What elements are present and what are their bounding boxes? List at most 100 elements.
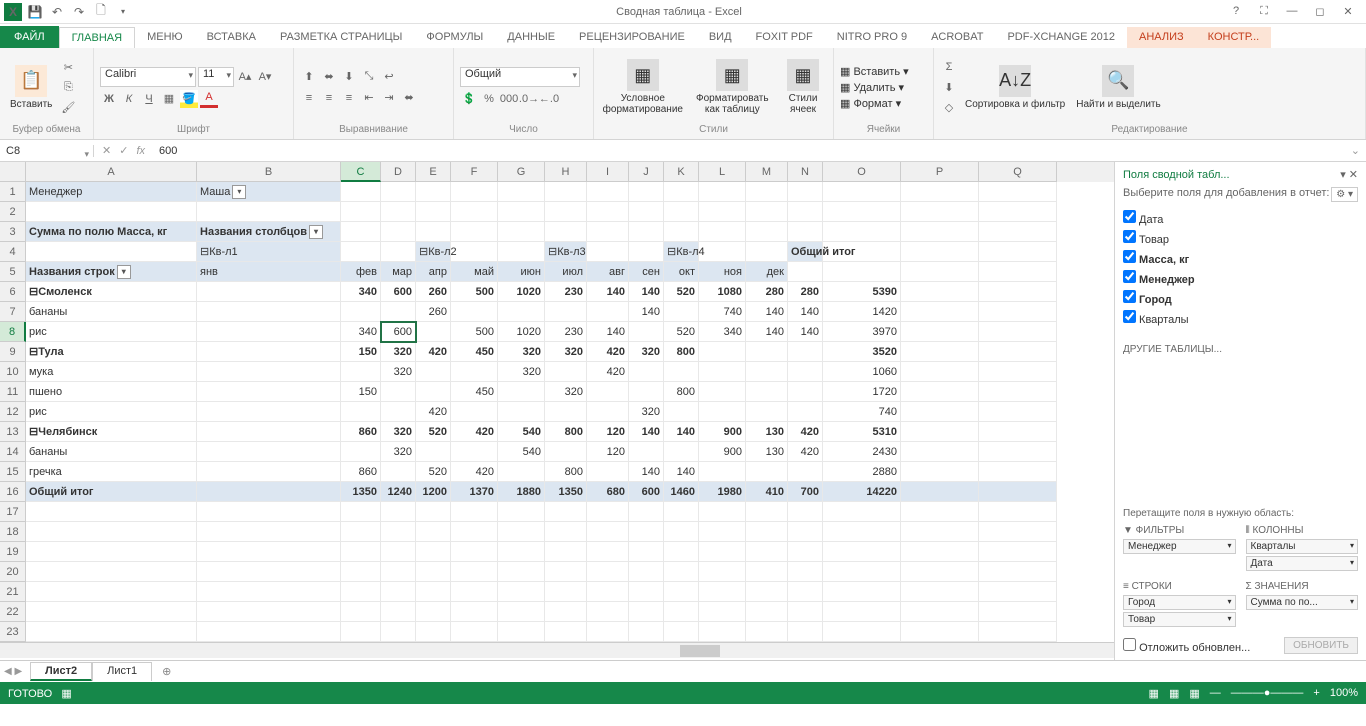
cell[interactable] — [901, 342, 979, 362]
cell[interactable] — [664, 562, 699, 582]
row-header[interactable]: 2 — [0, 202, 26, 222]
cell[interactable] — [746, 382, 788, 402]
cell[interactable] — [545, 582, 587, 602]
cell[interactable] — [699, 382, 746, 402]
sheet-nav-icons[interactable]: ◀ ▶ — [4, 666, 22, 677]
align-bot-icon[interactable]: ⬇ — [340, 68, 358, 86]
cell[interactable] — [823, 542, 901, 562]
cell[interactable] — [629, 322, 664, 342]
cell[interactable] — [901, 422, 979, 442]
cell[interactable]: 150 — [341, 342, 381, 362]
cell[interactable] — [823, 522, 901, 542]
cell[interactable] — [746, 562, 788, 582]
cell[interactable] — [629, 442, 664, 462]
cell[interactable] — [901, 202, 979, 222]
cell[interactable]: 1420 — [823, 302, 901, 322]
cell[interactable] — [629, 562, 664, 582]
cell[interactable]: 420 — [788, 422, 823, 442]
format-cells-button[interactable]: ▦ Формат ▾ — [840, 97, 909, 110]
fill-icon[interactable]: ⬇ — [940, 78, 958, 96]
cell[interactable] — [381, 302, 416, 322]
row-header[interactable]: 13 — [0, 422, 26, 442]
tab-foxit pdf[interactable]: Foxit PDF — [744, 27, 825, 48]
cell[interactable]: 800 — [545, 462, 587, 482]
clear-icon[interactable]: ◇ — [940, 98, 958, 116]
cell[interactable] — [416, 222, 451, 242]
area-item[interactable]: Город — [1123, 595, 1236, 610]
cell[interactable] — [587, 382, 629, 402]
cell[interactable]: ⊟Кв-л2 — [416, 242, 451, 262]
cell[interactable] — [451, 622, 498, 642]
cell[interactable]: 410 — [746, 482, 788, 502]
cell[interactable]: 320 — [629, 402, 664, 422]
cell[interactable] — [587, 622, 629, 642]
cond-format-button[interactable]: ▦Условное форматирование — [600, 57, 686, 117]
cell[interactable]: 420 — [788, 442, 823, 462]
minimize-icon[interactable]: — — [1282, 5, 1302, 18]
cell[interactable]: 320 — [629, 342, 664, 362]
cell[interactable] — [788, 502, 823, 522]
cell[interactable] — [197, 442, 341, 462]
cell[interactable]: ⊟Кв-л1 — [197, 242, 341, 262]
cell[interactable]: 500 — [451, 282, 498, 302]
cell[interactable] — [587, 562, 629, 582]
cell[interactable] — [823, 502, 901, 522]
cell[interactable]: рис — [26, 322, 197, 342]
cell[interactable]: 230 — [545, 282, 587, 302]
cell[interactable] — [699, 222, 746, 242]
cell[interactable] — [699, 582, 746, 602]
cell[interactable] — [451, 442, 498, 462]
cell[interactable] — [664, 222, 699, 242]
cell[interactable] — [901, 262, 979, 282]
row-header[interactable]: 7 — [0, 302, 26, 322]
cell[interactable] — [498, 382, 545, 402]
cell[interactable] — [699, 202, 746, 222]
grow-font-icon[interactable]: A▴ — [236, 68, 254, 86]
cell[interactable] — [451, 182, 498, 202]
cell[interactable] — [901, 562, 979, 582]
cell[interactable] — [498, 542, 545, 562]
cell[interactable] — [901, 362, 979, 382]
dec-decimal-icon[interactable]: ←.0 — [540, 90, 558, 108]
cell[interactable] — [901, 482, 979, 502]
cell[interactable] — [197, 502, 341, 522]
cell[interactable]: 260 — [416, 302, 451, 322]
cell[interactable] — [498, 562, 545, 582]
cell[interactable] — [746, 462, 788, 482]
cell[interactable] — [341, 602, 381, 622]
cell[interactable] — [498, 602, 545, 622]
cell[interactable] — [788, 202, 823, 222]
cell[interactable] — [746, 502, 788, 522]
cell[interactable]: 130 — [746, 442, 788, 462]
cell[interactable]: 140 — [788, 302, 823, 322]
cell-styles-button[interactable]: ▦Стили ячеек — [779, 57, 827, 117]
cell[interactable] — [629, 222, 664, 242]
select-all-corner[interactable] — [0, 162, 26, 182]
currency-icon[interactable]: 💲 — [460, 90, 478, 108]
cell[interactable] — [545, 202, 587, 222]
cell[interactable] — [197, 362, 341, 382]
col-header[interactable]: O — [823, 162, 901, 182]
cell[interactable]: 5390 — [823, 282, 901, 302]
filter-icon[interactable]: ▾ — [232, 185, 246, 199]
col-header[interactable]: I — [587, 162, 629, 182]
cell[interactable]: 1020 — [498, 322, 545, 342]
cell[interactable] — [699, 182, 746, 202]
font-size-combo[interactable]: 11 — [198, 67, 234, 87]
view-layout-icon[interactable]: ▦ — [1169, 687, 1179, 700]
cell[interactable] — [197, 282, 341, 302]
view-break-icon[interactable]: ▦ — [1189, 687, 1199, 700]
cell[interactable]: 600 — [381, 322, 416, 342]
tab-главная[interactable]: ГЛАВНАЯ — [59, 27, 135, 48]
cell[interactable]: 420 — [451, 422, 498, 442]
cell[interactable]: 520 — [416, 422, 451, 442]
bold-button[interactable]: Ж — [100, 90, 118, 108]
cell[interactable] — [498, 222, 545, 242]
cell[interactable]: 540 — [498, 422, 545, 442]
cell[interactable] — [901, 382, 979, 402]
cell[interactable]: 120 — [587, 442, 629, 462]
cell[interactable] — [699, 622, 746, 642]
cell[interactable]: Названия столбцов▾ — [197, 222, 341, 242]
save-icon[interactable]: 💾 — [26, 3, 44, 21]
cell[interactable] — [545, 442, 587, 462]
